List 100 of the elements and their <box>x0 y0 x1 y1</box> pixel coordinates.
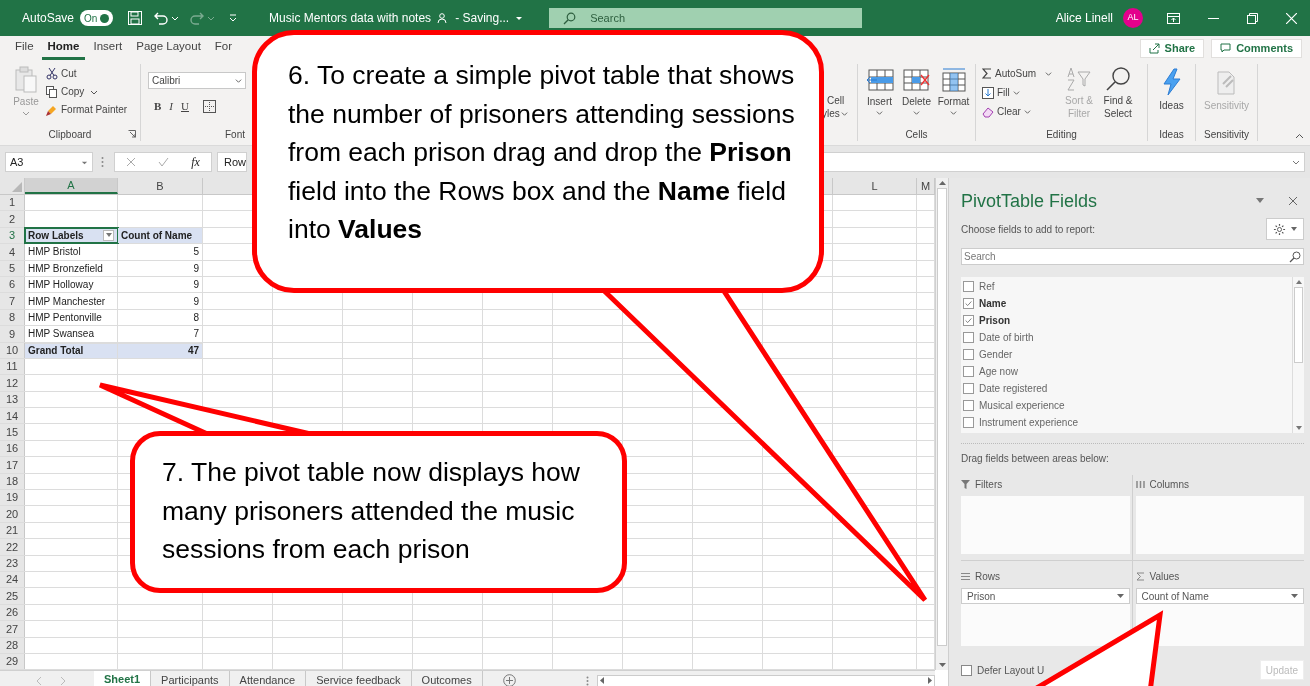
scroll-down-icon[interactable] <box>936 660 948 670</box>
ribbon-tab[interactable]: For <box>208 36 239 60</box>
field-label[interactable]: Age now <box>979 364 1018 379</box>
checkbox[interactable] <box>963 366 974 377</box>
row-number[interactable]: 2 <box>0 211 25 227</box>
settings-button[interactable] <box>1266 218 1304 240</box>
user-avatar[interactable]: AL <box>1123 8 1143 28</box>
row-number[interactable]: 15 <box>0 424 25 440</box>
horizontal-scrollbar[interactable] <box>596 674 935 686</box>
enter-icon[interactable] <box>158 157 170 167</box>
more-icon[interactable] <box>101 156 104 168</box>
field-list-scrollbar[interactable] <box>1292 277 1304 433</box>
checkbox[interactable] <box>963 315 974 326</box>
more-icon[interactable] <box>585 675 589 686</box>
undo-icon[interactable] <box>153 10 170 26</box>
vertical-scrollbar[interactable] <box>935 178 948 670</box>
field-search-field[interactable]: Search <box>961 248 1304 265</box>
save-icon[interactable] <box>127 10 144 26</box>
field-label[interactable]: Prison <box>979 313 1011 328</box>
scroll-right-icon[interactable] <box>927 677 932 685</box>
cells-delete-button[interactable]: Delete <box>899 68 934 127</box>
sheet-tab[interactable]: Attendance <box>229 671 307 686</box>
checkbox[interactable] <box>963 298 974 309</box>
column-header[interactable]: A <box>25 178 118 194</box>
expand-icon[interactable] <box>1292 158 1300 166</box>
collapse-ribbon-icon[interactable] <box>1295 133 1304 139</box>
font-style-button[interactable]: U <box>181 98 189 115</box>
autosum-button[interactable]: AutoSum <box>982 66 1060 81</box>
row-number[interactable]: 20 <box>0 506 25 522</box>
checkbox[interactable] <box>963 400 974 411</box>
drop-area[interactable]: Prison <box>961 588 1130 646</box>
checkbox[interactable] <box>963 281 974 292</box>
field-label[interactable]: Ref <box>979 279 995 294</box>
customize-icon[interactable] <box>229 14 238 22</box>
caret-icon[interactable] <box>171 14 180 22</box>
field-label[interactable]: Name <box>979 296 1007 311</box>
row-number[interactable]: 7 <box>0 293 25 309</box>
pivot-header-cell[interactable]: Row Labels <box>25 227 118 244</box>
borders-icon[interactable] <box>202 99 216 113</box>
field-label[interactable]: Date registered <box>979 381 1048 396</box>
caret-icon[interactable] <box>515 14 524 22</box>
checkbox[interactable] <box>963 349 974 360</box>
caret-icon[interactable] <box>1256 198 1264 204</box>
search-field[interactable]: Search <box>549 8 863 28</box>
add-sheet-icon[interactable] <box>502 674 516 686</box>
restore-icon[interactable] <box>1247 12 1258 24</box>
row-number[interactable]: 12 <box>0 375 25 391</box>
font-name-field[interactable]: Calibri <box>148 72 246 89</box>
row-number[interactable]: 4 <box>0 244 25 260</box>
ribbon-tab[interactable]: Page Layout <box>130 36 207 60</box>
field-label[interactable]: Gender <box>979 347 1013 362</box>
row-number[interactable]: 17 <box>0 457 25 473</box>
name-box[interactable]: A3 <box>5 152 93 172</box>
cells-insert-button[interactable]: Insert <box>862 68 897 127</box>
area-field-dropdown[interactable]: Count of Name <box>1135 588 1304 604</box>
font-style-button[interactable]: B <box>154 98 162 115</box>
font-style-button[interactable]: I <box>169 98 173 115</box>
checkbox[interactable] <box>963 383 974 394</box>
column-header[interactable]: L <box>833 178 917 194</box>
row-number[interactable]: 14 <box>0 408 25 424</box>
row-number[interactable]: 9 <box>0 326 25 342</box>
formula-field[interactable]: Row <box>217 152 247 172</box>
insert-function-button[interactable]: fx <box>191 153 200 171</box>
ideas-button[interactable]: Ideas <box>1159 68 1184 127</box>
dialog-launcher-icon[interactable] <box>128 130 136 138</box>
find-select-button[interactable]: Find & Select <box>1098 66 1138 127</box>
cancel-icon[interactable] <box>126 157 137 167</box>
cells-format-button[interactable]: Format <box>936 68 971 127</box>
column-header[interactable]: B <box>118 178 203 194</box>
close-icon[interactable] <box>1288 196 1298 206</box>
sheet-tab[interactable]: Sheet1 <box>94 671 152 686</box>
share-button[interactable]: Share <box>1139 38 1205 58</box>
filter-dropdown-icon[interactable] <box>103 229 114 241</box>
ribbon-display-icon[interactable] <box>1167 12 1180 24</box>
ribbon-tab[interactable]: File <box>9 36 40 60</box>
row-number[interactable]: 27 <box>0 621 25 637</box>
row-number[interactable]: 25 <box>0 588 25 604</box>
row-number[interactable]: 19 <box>0 490 25 506</box>
format-painter-button[interactable]: Format Painter <box>46 102 128 117</box>
area-field-dropdown[interactable]: Prison <box>961 588 1130 604</box>
fill-button[interactable]: Fill <box>982 85 1060 100</box>
scroll-left-icon[interactable] <box>599 677 605 685</box>
checkbox[interactable] <box>961 664 972 676</box>
checkbox[interactable] <box>963 417 974 428</box>
sheet-tab[interactable]: Participants <box>151 671 230 686</box>
copy-button[interactable]: Copy <box>46 84 128 99</box>
cut-button[interactable]: Cut <box>46 66 128 81</box>
checkbox[interactable] <box>963 332 974 343</box>
clear-button[interactable]: Clear <box>982 104 1060 119</box>
sheet-tab[interactable]: Outcomes <box>411 671 483 686</box>
sheet-tab[interactable]: Service feedback <box>306 671 412 686</box>
row-number[interactable]: 1 <box>0 195 25 211</box>
field-label[interactable]: Musical experience <box>979 398 1065 413</box>
field-label[interactable]: Instrument experience <box>979 415 1078 430</box>
autosave-toggle[interactable]: On <box>80 10 114 26</box>
row-number[interactable]: 22 <box>0 539 25 555</box>
ribbon-tab[interactable]: Insert <box>87 36 129 60</box>
field-label[interactable]: Date of birth <box>979 330 1034 345</box>
comments-button[interactable]: Comments <box>1211 38 1302 58</box>
formula-field-end[interactable] <box>822 152 1305 172</box>
